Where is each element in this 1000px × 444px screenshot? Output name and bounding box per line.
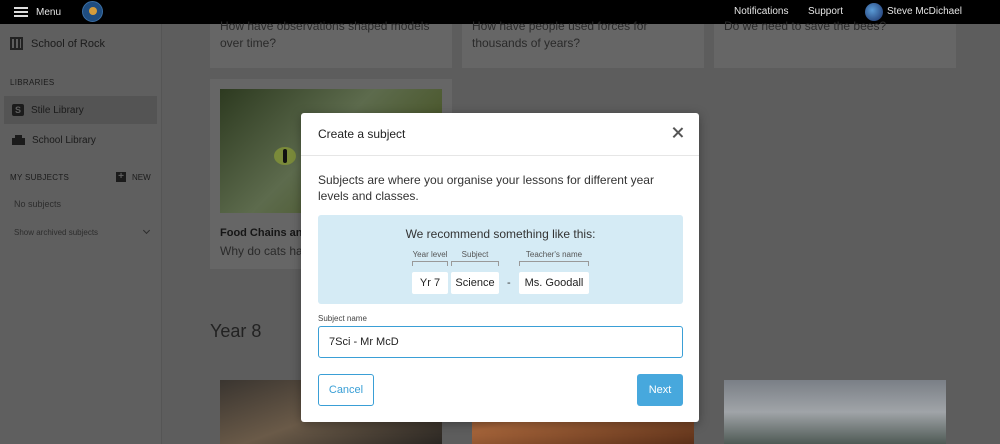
lesson-image[interactable]	[724, 380, 946, 444]
teacher-bracket	[519, 261, 589, 266]
chevron-down-icon	[142, 226, 151, 235]
menu-button[interactable]: Menu	[14, 0, 61, 24]
sidebar-item-stile-library[interactable]: S Stile Library	[4, 96, 157, 124]
year-level-bracket	[412, 261, 448, 266]
subject-label: Subject	[461, 250, 489, 259]
subject-name-label: Subject name	[318, 314, 367, 323]
year-level-chip: Yr 7	[412, 272, 448, 294]
next-button[interactable]: Next	[637, 374, 683, 406]
teacher-name-label: Teacher's name	[525, 250, 583, 259]
dialog-title: Create a subject	[318, 127, 406, 141]
menu-label: Menu	[36, 6, 62, 18]
building-icon	[10, 37, 23, 50]
lesson-card-text: How have observations shaped models over…	[220, 19, 430, 50]
sidebar-item-label: School Library	[32, 134, 96, 146]
plus-icon: +	[116, 172, 126, 182]
dialog-divider	[301, 155, 699, 156]
new-subject-button[interactable]: + NEW	[116, 172, 151, 182]
lesson-card-subtitle: Why do cats hav	[220, 244, 309, 258]
school-switcher[interactable]: School of Rock	[10, 37, 105, 50]
no-subjects-text: No subjects	[14, 199, 62, 209]
sidebar: School of Rock LIBRARIES S Stile Library…	[0, 24, 162, 444]
close-icon[interactable]	[671, 126, 685, 140]
cat-eye	[274, 147, 296, 165]
year-level-label: Year level	[412, 250, 448, 259]
show-archived-toggle[interactable]: Show archived subjects	[14, 226, 151, 237]
dialog-description: Subjects are where you organise your les…	[318, 173, 654, 203]
create-subject-dialog: Create a subject Subjects are where you …	[301, 113, 699, 422]
stile-icon: S	[12, 104, 24, 116]
subject-chip: Science	[451, 272, 499, 294]
stile-logo-icon[interactable]	[82, 1, 103, 22]
hamburger-icon	[14, 7, 28, 17]
separator-dash: -	[507, 277, 511, 289]
sidebar-item-school-library[interactable]: School Library	[4, 126, 157, 154]
cancel-button[interactable]: Cancel	[318, 374, 374, 406]
lesson-card-text: How have people used forces for thousand…	[472, 19, 648, 50]
libraries-heading: LIBRARIES	[10, 78, 55, 87]
year8-heading: Year 8	[210, 321, 262, 341]
my-subjects-heading: MY SUBJECTS	[10, 173, 70, 182]
recommendation-box: We recommend something like this: Year l…	[318, 215, 683, 304]
school-library-icon	[12, 135, 25, 145]
new-label: NEW	[132, 172, 151, 182]
recommendation-title: We recommend something like this:	[405, 227, 596, 241]
subject-bracket	[451, 261, 499, 266]
show-archived-label: Show archived subjects	[14, 228, 99, 237]
subject-name-input[interactable]	[318, 326, 683, 358]
lesson-card-title: Food Chains and	[220, 227, 310, 239]
sidebar-item-label: Stile Library	[31, 104, 84, 116]
school-name: School of Rock	[31, 37, 105, 50]
lesson-card-text: Do we need to save the bees?	[724, 19, 887, 33]
teacher-name-chip: Ms. Goodall	[519, 272, 589, 294]
